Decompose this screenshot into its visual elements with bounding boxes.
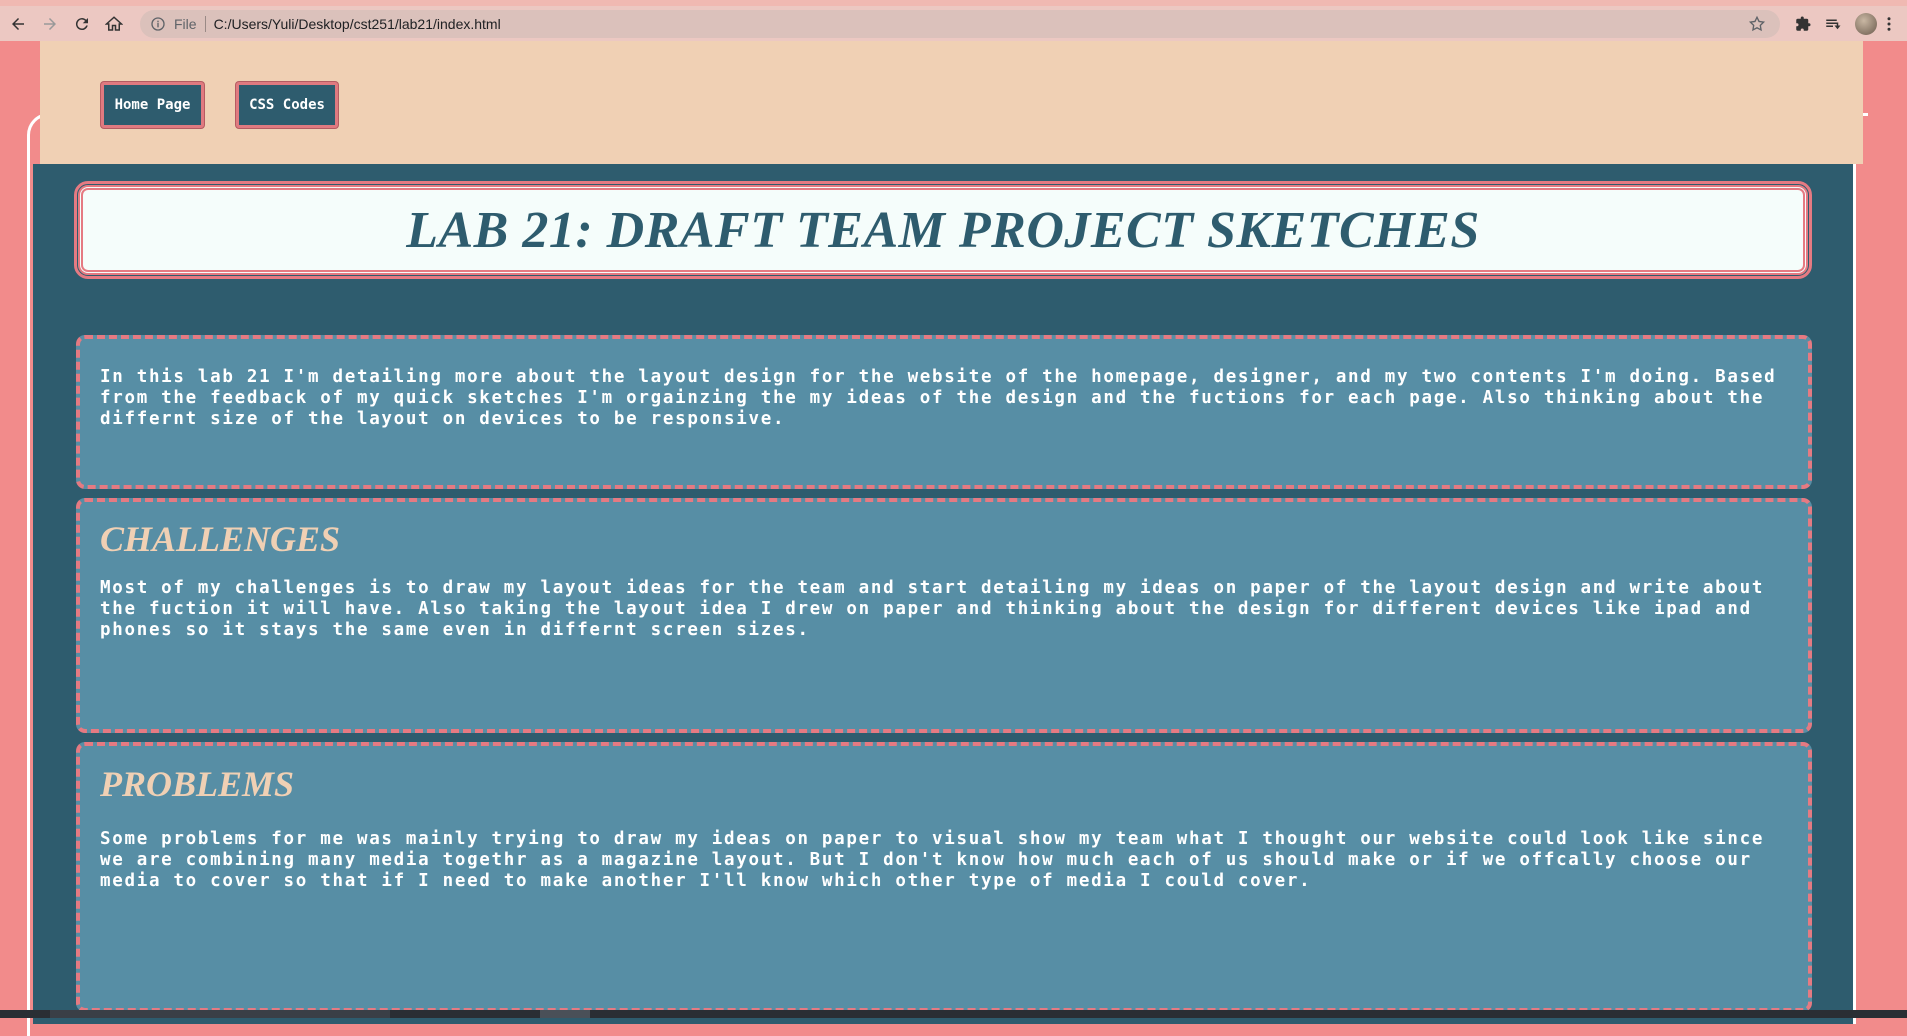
intro-text: In this lab 21 I'm detailing more about … bbox=[100, 367, 1777, 429]
taskbar-segment bbox=[50, 1010, 390, 1018]
title-banner: LAB 21: DRAFT TEAM PROJECT SKETCHES bbox=[74, 181, 1812, 279]
omnibox-divider bbox=[204, 16, 206, 32]
problems-card: PROBLEMS Some problems for me was mainly… bbox=[76, 742, 1812, 1012]
browser-toolbar: File C:/Users/Yuli/Desktop/cst251/lab21/… bbox=[0, 6, 1907, 41]
url-text[interactable]: C:/Users/Yuli/Desktop/cst251/lab21/index… bbox=[214, 16, 501, 32]
problems-text: Some problems for me was mainly trying t… bbox=[100, 829, 1765, 891]
taskbar-segment bbox=[540, 1010, 590, 1018]
back-icon[interactable] bbox=[4, 10, 32, 38]
home-page-button[interactable]: Home Page bbox=[101, 82, 204, 128]
scheme-label: File bbox=[174, 16, 197, 32]
reading-list-icon[interactable] bbox=[1819, 10, 1847, 38]
extensions-icon[interactable] bbox=[1789, 10, 1817, 38]
home-icon[interactable] bbox=[100, 10, 128, 38]
forward-icon[interactable] bbox=[36, 10, 64, 38]
menu-kebab-icon[interactable] bbox=[1879, 10, 1899, 38]
main-right-edge bbox=[1853, 164, 1856, 1024]
challenges-text: Most of my challenges is to draw my layo… bbox=[100, 578, 1765, 640]
page-title: LAB 21: DRAFT TEAM PROJECT SKETCHES bbox=[406, 201, 1480, 259]
reload-icon[interactable] bbox=[68, 10, 96, 38]
problems-heading: PROBLEMS bbox=[100, 764, 295, 804]
intro-card: In this lab 21 I'm detailing more about … bbox=[76, 335, 1812, 489]
profile-avatar[interactable] bbox=[1852, 10, 1880, 38]
info-icon[interactable] bbox=[150, 16, 166, 32]
challenges-heading: CHALLENGES bbox=[100, 519, 341, 559]
address-bar[interactable]: File C:/Users/Yuli/Desktop/cst251/lab21/… bbox=[140, 10, 1780, 38]
challenges-card: CHALLENGES Most of my challenges is to d… bbox=[76, 498, 1812, 733]
taskbar-strip bbox=[0, 1010, 1907, 1018]
css-codes-button[interactable]: CSS Codes bbox=[236, 82, 338, 128]
web-page: Home Page CSS Codes LAB 21: DRAFT TEAM P… bbox=[0, 41, 1907, 1036]
bookmark-star-icon[interactable] bbox=[1748, 15, 1766, 33]
